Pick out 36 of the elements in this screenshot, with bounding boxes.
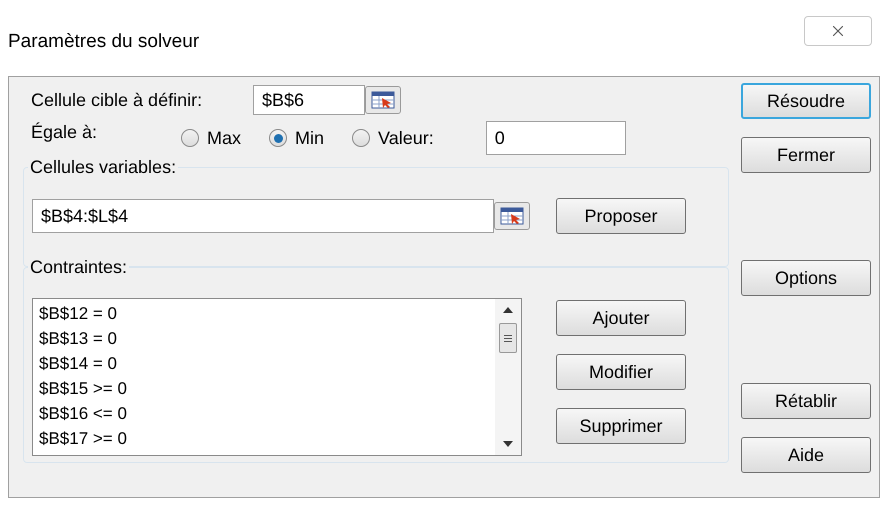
target-label: Cellule cible à définir: bbox=[31, 88, 204, 112]
dialog-button[interactable]: Aide bbox=[741, 437, 871, 473]
radio-button[interactable] bbox=[181, 129, 199, 147]
range-select-icon bbox=[500, 207, 524, 225]
constraint-item[interactable]: $B$15 >= 0 bbox=[39, 376, 495, 401]
dialog-button[interactable]: Proposer bbox=[556, 198, 686, 234]
dialog-button[interactable]: Fermer bbox=[741, 137, 871, 173]
range-picker-button[interactable] bbox=[494, 202, 530, 230]
scroll-thumb[interactable] bbox=[499, 323, 517, 353]
dialog-button[interactable]: Résoudre bbox=[741, 83, 871, 119]
dialog-button[interactable]: Rétablir bbox=[741, 383, 871, 419]
dialog-button[interactable]: Options bbox=[741, 260, 871, 296]
constraint-item[interactable]: $B$16 <= 0 bbox=[39, 401, 495, 426]
radio-label: Max bbox=[207, 126, 242, 150]
constraint-item[interactable]: $B$12 = 0 bbox=[39, 301, 495, 326]
variable-cells-field[interactable]: $B$4:$L$4 bbox=[32, 199, 494, 233]
radio-button[interactable] bbox=[269, 129, 288, 147]
scroll-down-icon[interactable] bbox=[503, 441, 513, 447]
radio-label: Min bbox=[295, 126, 324, 150]
radio-button[interactable] bbox=[352, 129, 370, 147]
range-picker-button[interactable] bbox=[365, 86, 401, 114]
window-title: Paramètres du solveur bbox=[8, 30, 200, 54]
dialog-button[interactable]: Ajouter bbox=[556, 300, 686, 336]
range-select-icon bbox=[371, 91, 395, 109]
dialog-button[interactable]: Modifier bbox=[556, 354, 686, 390]
radio-label: Valeur: bbox=[378, 126, 434, 150]
equal-to-label: Égale à: bbox=[31, 120, 98, 144]
value-field[interactable]: 0 bbox=[486, 121, 626, 155]
target-cell-field[interactable]: $B$6 bbox=[253, 85, 365, 115]
dialog-button[interactable]: Supprimer bbox=[556, 408, 686, 444]
scrollbar[interactable] bbox=[495, 299, 521, 455]
constraint-item[interactable]: $B$14 = 0 bbox=[39, 351, 495, 376]
constraint-item[interactable]: $B$17 >= 0 bbox=[39, 426, 495, 451]
constraints-list[interactable]: $B$12 = 0 $B$13 = 0 $B$14 = 0 $B$15 >= 0 $B$16 <= 0 $B$17 >= 0 bbox=[32, 298, 522, 456]
constraint-item[interactable]: $B$13 = 0 bbox=[39, 326, 495, 351]
scroll-up-icon[interactable] bbox=[503, 307, 513, 313]
